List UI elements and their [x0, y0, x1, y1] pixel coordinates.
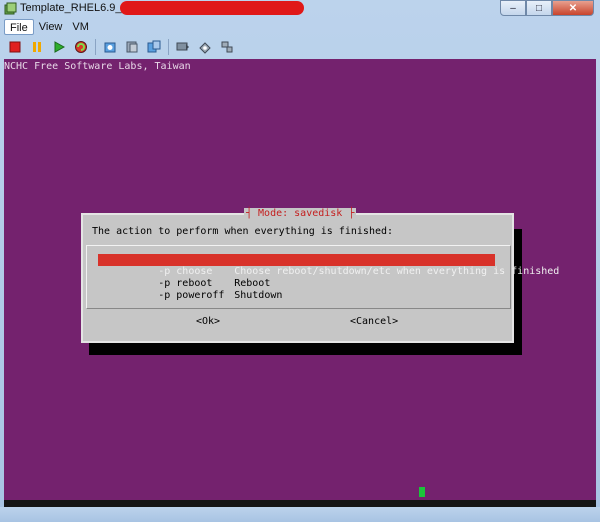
revert-snapshot-button[interactable] — [121, 37, 143, 57]
stop-icon — [9, 41, 21, 53]
options-list: -p choose Choose reboot/shutdown/etc when… — [86, 245, 559, 309]
snapshot-icon — [104, 42, 116, 53]
vm-settings-button[interactable] — [194, 37, 216, 57]
minimize-button[interactable]: – — [500, 0, 526, 16]
pause-icon — [33, 42, 41, 52]
menu-vm[interactable]: VM — [67, 19, 94, 35]
reset-button[interactable] — [70, 37, 92, 57]
menu-bar: File View VM — [4, 19, 94, 35]
power-on-button[interactable] — [48, 37, 70, 57]
dialog-title: ┤ Mode: savedisk ├ — [244, 208, 357, 220]
manage-snapshots-icon — [147, 40, 161, 53]
option-desc: Shutdown — [234, 290, 283, 301]
status-bar — [0, 507, 600, 522]
toolbar-separator — [95, 39, 96, 55]
network-icon — [221, 41, 233, 53]
redaction-mark — [120, 1, 304, 15]
console-bottom-bar — [4, 500, 596, 507]
snapshot-manager-button[interactable] — [143, 37, 165, 57]
title-bar[interactable]: Template_RHEL6.9_OS_x64 – □ ✕ — [0, 0, 600, 19]
reset-icon — [75, 41, 87, 53]
mode-dialog: ┤ Mode: savedisk ├ The action to perform… — [81, 208, 559, 343]
power-off-button[interactable] — [4, 37, 26, 57]
vm-console-window: Template_RHEL6.9_OS_x64 – □ ✕ File View … — [0, 0, 600, 522]
toolbar — [4, 36, 596, 58]
network-button[interactable] — [216, 37, 238, 57]
option-tag: -p poweroff — [158, 290, 225, 301]
maximize-button[interactable]: □ — [526, 0, 552, 16]
console-icon — [176, 42, 189, 51]
dialog-prompt: The action to perform when everything is… — [92, 226, 394, 237]
take-snapshot-button[interactable] — [99, 37, 121, 57]
option-reboot[interactable]: -p reboot Reboot — [98, 266, 270, 289]
console-view-button[interactable] — [172, 37, 194, 57]
toolbar-separator — [168, 39, 169, 55]
vm-console[interactable]: NCHC Free Software Labs, Taiwan ┤ Mode: … — [4, 59, 596, 507]
ok-button[interactable]: <Ok> — [196, 316, 220, 327]
console-cursor — [419, 487, 425, 497]
option-poweroff[interactable]: -p poweroff Shutdown — [98, 278, 282, 301]
option-choose[interactable]: -p choose Choose reboot/shutdown/etc when… — [98, 254, 559, 277]
play-icon — [54, 41, 65, 53]
vm-app-icon — [4, 2, 17, 15]
menu-file[interactable]: File — [4, 19, 34, 35]
window-controls: – □ ✕ — [500, 0, 594, 16]
settings-icon — [199, 42, 211, 54]
suspend-button[interactable] — [26, 37, 48, 57]
revert-snapshot-icon — [126, 41, 138, 53]
menu-view[interactable]: View — [34, 19, 68, 35]
cancel-button[interactable]: <Cancel> — [350, 316, 398, 327]
console-header-text: NCHC Free Software Labs, Taiwan — [4, 61, 191, 72]
option-desc: Choose reboot/shutdown/etc when everythi… — [234, 266, 560, 277]
close-button[interactable]: ✕ — [552, 0, 594, 16]
